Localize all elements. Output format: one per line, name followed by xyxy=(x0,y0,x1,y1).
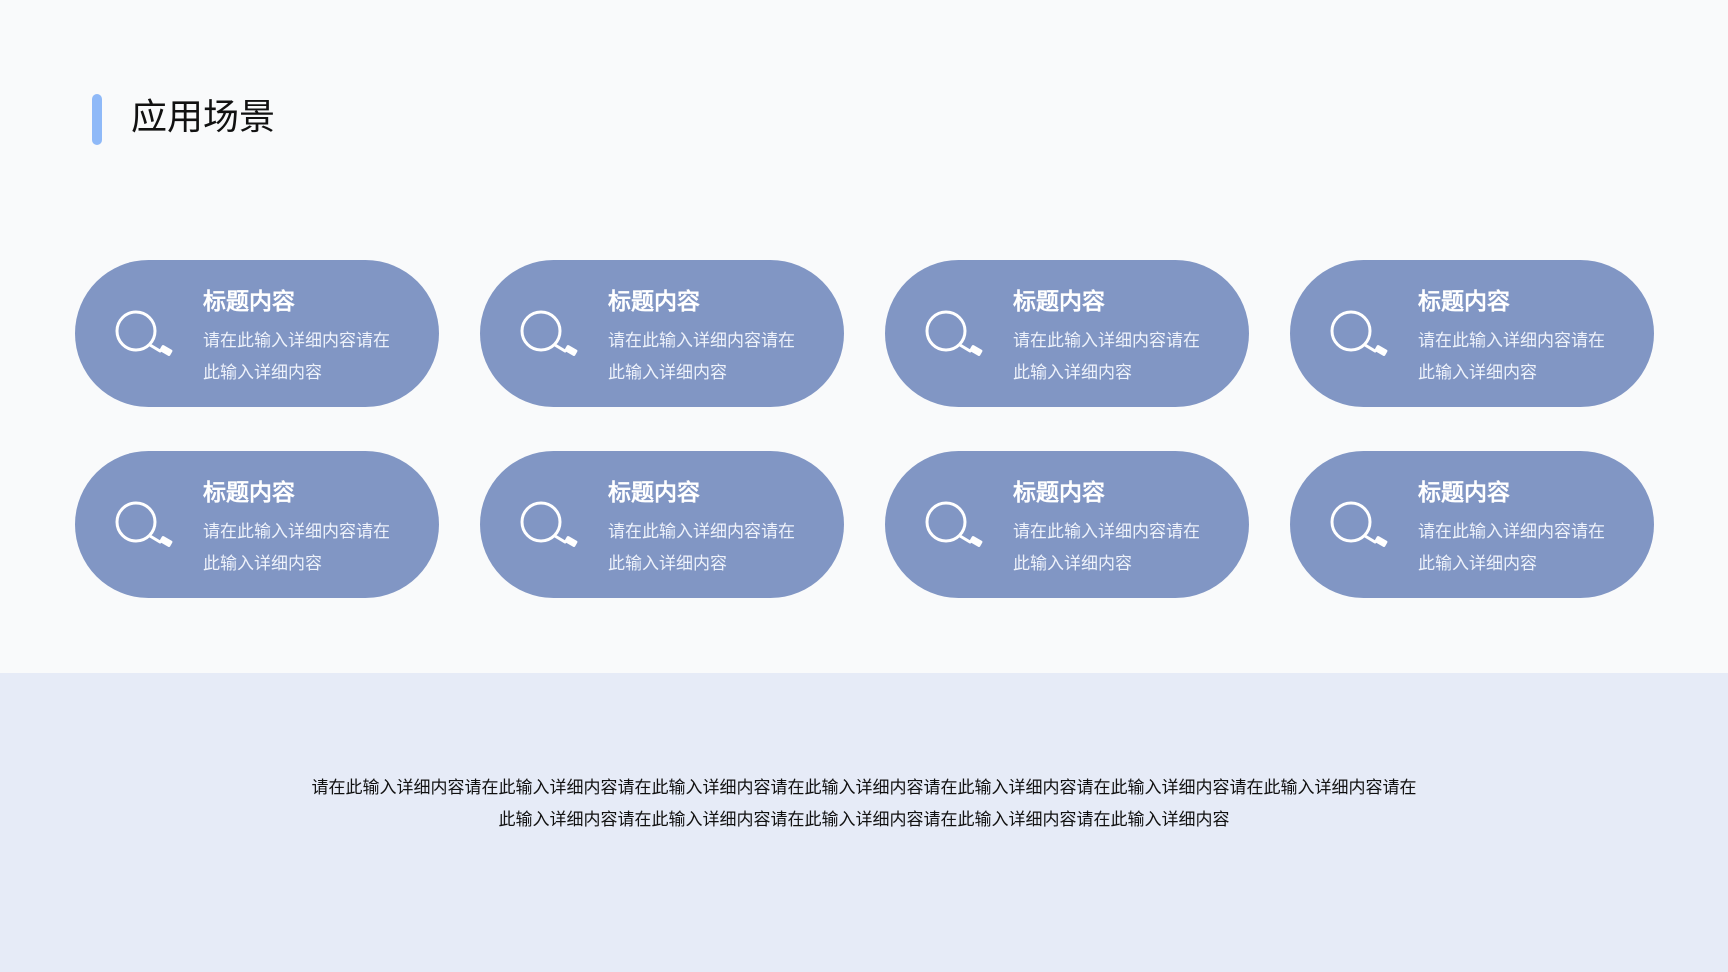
search-icon xyxy=(520,310,578,356)
search-icon xyxy=(925,501,983,547)
card-title: 标题内容 xyxy=(1418,289,1510,315)
card-description: 请在此输入详细内容请在此输入详细内容 xyxy=(1418,522,1605,574)
title-accent-bar xyxy=(92,94,102,145)
card-description: 请在此输入详细内容请在此输入详细内容 xyxy=(203,331,390,383)
card-title: 标题内容 xyxy=(608,289,700,315)
page-title: 应用场景 xyxy=(131,97,276,138)
scenario-card-6: 标题内容 请在此输入详细内容请在此输入详细内容 xyxy=(480,451,844,598)
scenario-card-8: 标题内容 请在此输入详细内容请在此输入详细内容 xyxy=(1290,451,1654,598)
card-title: 标题内容 xyxy=(203,480,295,506)
content-area: 应用场景 标题内容 请在此输入详细内容请在此输入详细内容 标题内容 请在此输入详… xyxy=(0,0,1728,673)
scenario-card-5: 标题内容 请在此输入详细内容请在此输入详细内容 xyxy=(75,451,439,598)
footer-description: 请在此输入详细内容请在此输入详细内容请在此输入详细内容请在此输入详细内容请在此输… xyxy=(311,778,1417,830)
card-title: 标题内容 xyxy=(1013,480,1105,506)
card-description: 请在此输入详细内容请在此输入详细内容 xyxy=(608,522,795,574)
scenario-card-3: 标题内容 请在此输入详细内容请在此输入详细内容 xyxy=(885,260,1249,407)
search-icon xyxy=(520,501,578,547)
scenario-card-1: 标题内容 请在此输入详细内容请在此输入详细内容 xyxy=(75,260,439,407)
card-description: 请在此输入详细内容请在此输入详细内容 xyxy=(1418,331,1605,383)
search-icon xyxy=(115,501,173,547)
slide: 应用场景 标题内容 请在此输入详细内容请在此输入详细内容 标题内容 请在此输入详… xyxy=(0,0,1728,972)
footer-panel: 请在此输入详细内容请在此输入详细内容请在此输入详细内容请在此输入详细内容请在此输… xyxy=(0,673,1728,972)
search-icon xyxy=(115,310,173,356)
card-description: 请在此输入详细内容请在此输入详细内容 xyxy=(203,522,390,574)
scenario-card-2: 标题内容 请在此输入详细内容请在此输入详细内容 xyxy=(480,260,844,407)
application-card-grid: 标题内容 请在此输入详细内容请在此输入详细内容 标题内容 请在此输入详细内容请在… xyxy=(75,260,1655,598)
scenario-card-4: 标题内容 请在此输入详细内容请在此输入详细内容 xyxy=(1290,260,1654,407)
card-title: 标题内容 xyxy=(608,480,700,506)
card-description: 请在此输入详细内容请在此输入详细内容 xyxy=(608,331,795,383)
search-icon xyxy=(1330,310,1388,356)
search-icon xyxy=(1330,501,1388,547)
search-icon xyxy=(925,310,983,356)
card-title: 标题内容 xyxy=(1013,289,1105,315)
card-description: 请在此输入详细内容请在此输入详细内容 xyxy=(1013,331,1200,383)
card-title: 标题内容 xyxy=(203,289,295,315)
card-description: 请在此输入详细内容请在此输入详细内容 xyxy=(1013,522,1200,574)
scenario-card-7: 标题内容 请在此输入详细内容请在此输入详细内容 xyxy=(885,451,1249,598)
card-title: 标题内容 xyxy=(1418,480,1510,506)
